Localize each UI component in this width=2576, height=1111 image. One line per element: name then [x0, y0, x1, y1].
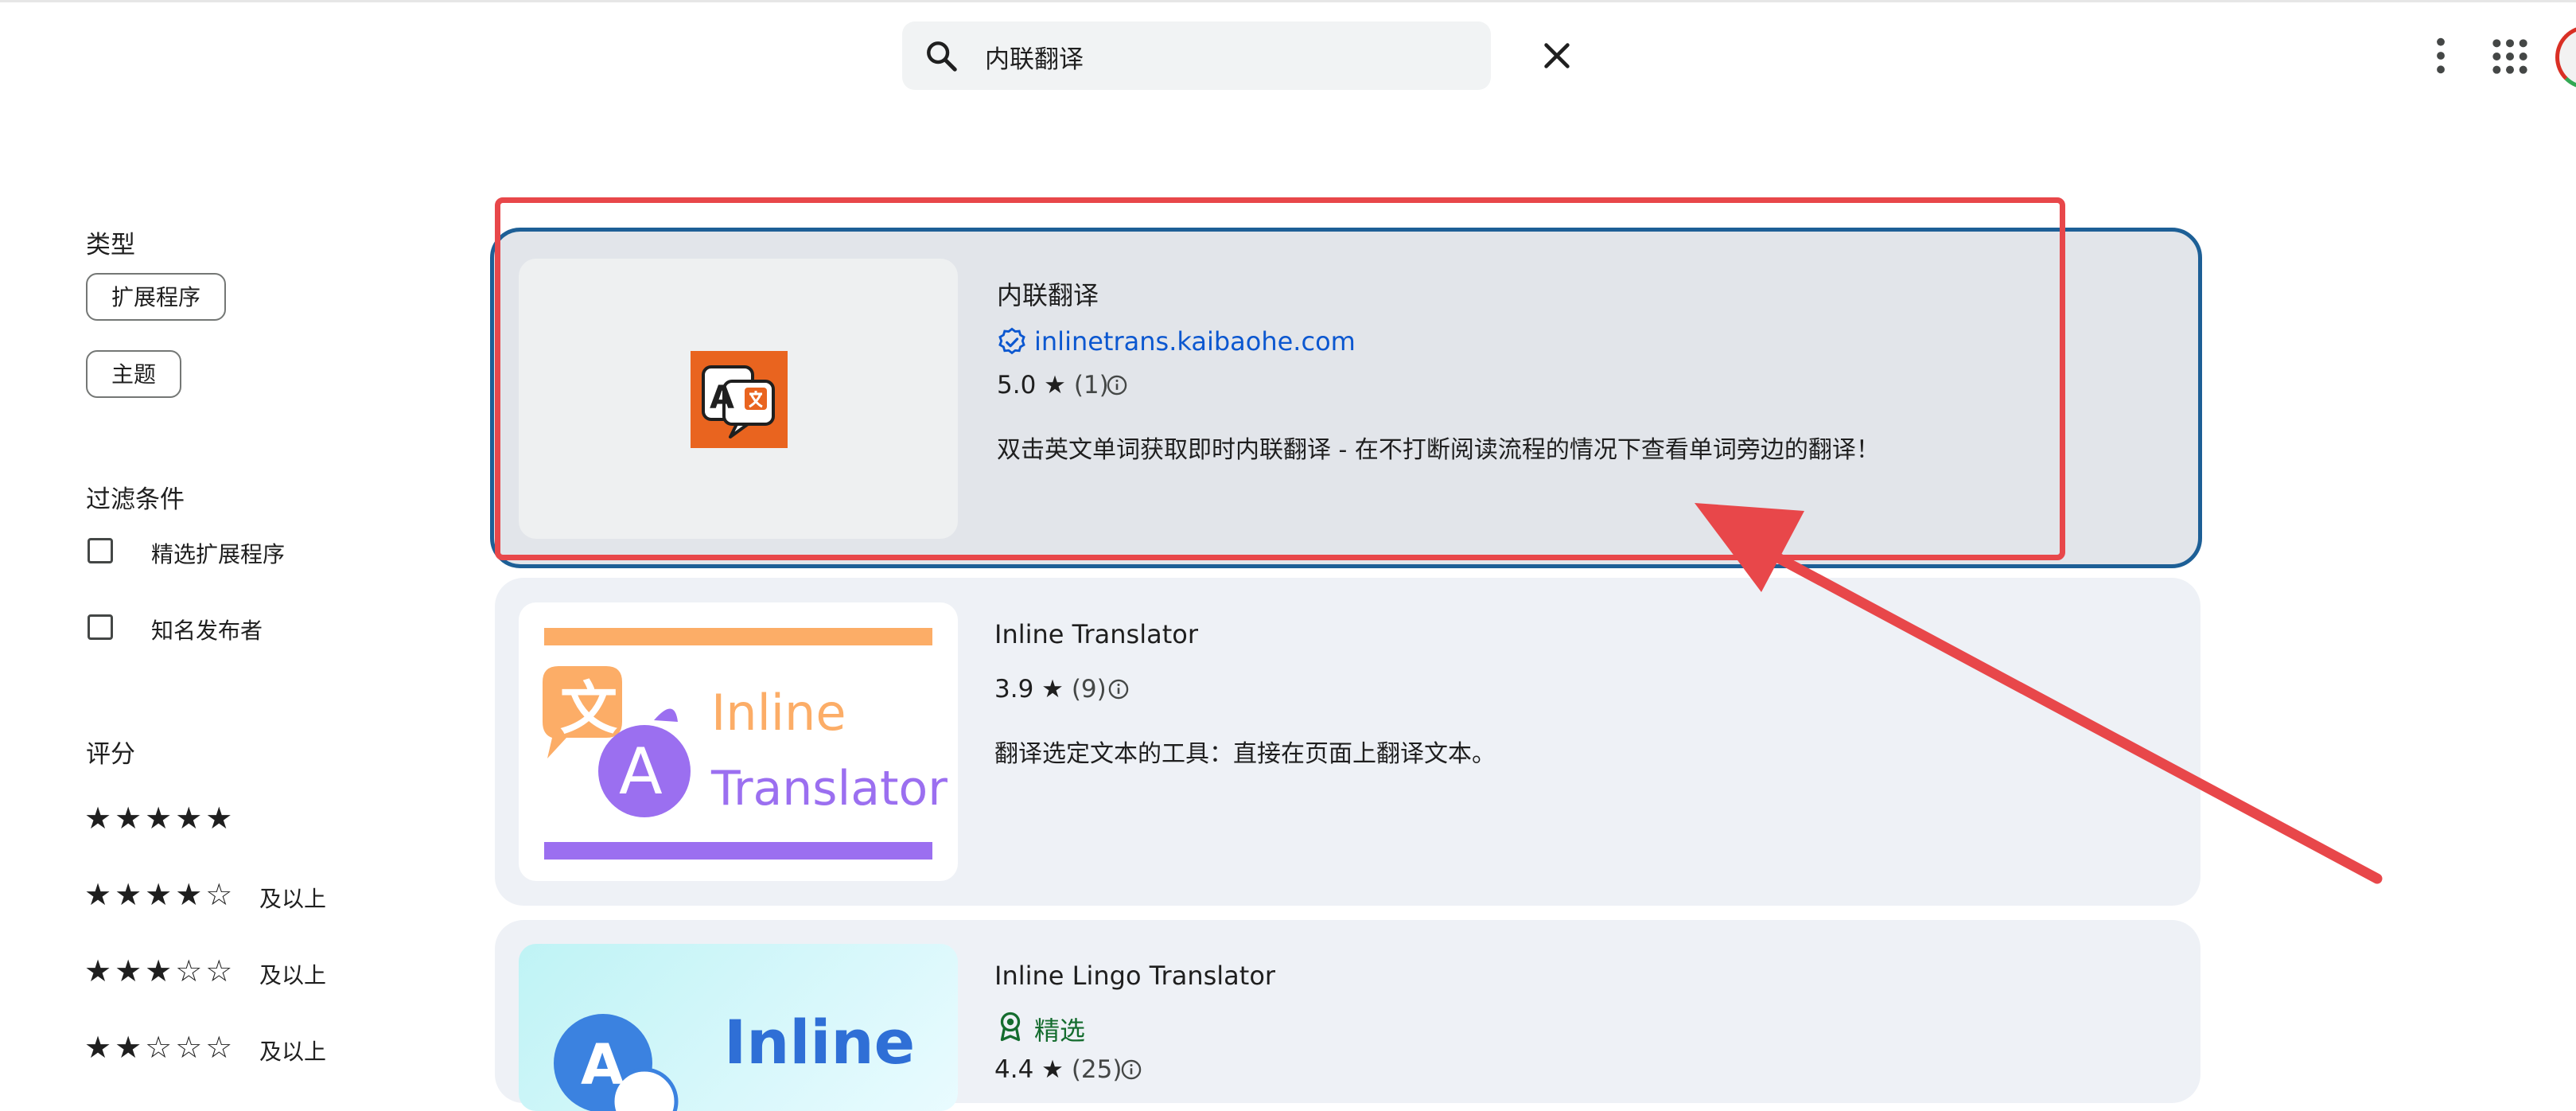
annotation-arrow: [1695, 503, 2383, 884]
